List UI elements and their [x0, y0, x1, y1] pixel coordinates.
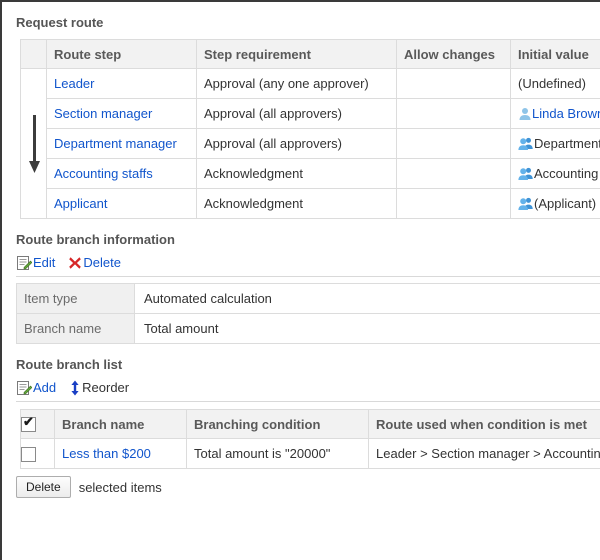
delete-branch-action[interactable]: Delete [68, 255, 121, 271]
red-x-icon [68, 256, 82, 270]
cell-allow-changes [396, 128, 511, 159]
cell-route-step: Applicant [46, 188, 197, 219]
table-header-row: Branch name Branching condition Route us… [20, 409, 600, 439]
cell-step-requirement: Approval (all approvers) [196, 128, 397, 159]
table-row: Accounting staffs Acknowledgment Account… [21, 158, 600, 189]
add-document-icon [16, 380, 33, 396]
cell-route-step: Department manager [46, 128, 197, 159]
column-header-branch-name: Branch name [54, 409, 187, 439]
branch-list-footer: Delete selected items [16, 476, 600, 498]
route-step-link[interactable]: Section manager [54, 106, 152, 121]
table-header-row: Route step Step requirement Allow change… [20, 39, 600, 69]
branch-list-title: Route branch list [16, 357, 123, 372]
cell-initial-value: Department managers [510, 128, 600, 159]
column-header-step-requirement: Step requirement [196, 39, 397, 69]
delete-selected-note: selected items [78, 479, 162, 495]
flow-column-header [20, 39, 47, 69]
user-icon [518, 107, 532, 121]
table-row: Applicant Acknowledgment (Applicant) [21, 188, 600, 219]
branch-list-actions: Add Reorder [16, 378, 600, 397]
reorder-branch-action[interactable]: Reorder [69, 380, 129, 396]
cell-initial-value: Linda Brown [510, 98, 600, 129]
field-label-item-type: Item type [16, 283, 135, 314]
branch-list-table: Branch name Branching condition Route us… [20, 409, 600, 469]
branch-information-table: Item type Automated calculation Branch n… [16, 283, 600, 344]
cell-allow-changes [396, 68, 511, 99]
column-header-branching-condition: Branching condition [186, 409, 369, 439]
group-icon [518, 167, 534, 181]
cell-step-requirement: Approval (all approvers) [196, 98, 397, 129]
branch-name-link[interactable]: Less than $200 [62, 446, 151, 461]
edit-label: Edit [33, 254, 56, 270]
column-header-route-step: Route step [46, 39, 197, 69]
cell-step-requirement: Acknowledgment [196, 158, 397, 189]
route-step-link[interactable]: Applicant [54, 196, 107, 211]
table-row: Section manager Approval (all approvers)… [21, 98, 600, 129]
select-all-checkbox[interactable] [21, 414, 36, 433]
cell-initial-value: (Undefined) [510, 68, 600, 99]
route-step-link[interactable]: Accounting staffs [54, 166, 153, 181]
delete-label: Delete [83, 254, 121, 270]
group-icon [518, 137, 534, 151]
cell-route-step: Section manager [46, 98, 197, 129]
flow-direction-cell [20, 68, 47, 219]
add-label: Add [33, 379, 57, 395]
request-route-title: Request route [16, 15, 104, 30]
screenshot-viewport: Request route Route step Step requiremen… [0, 0, 600, 560]
route-step-link[interactable]: Department manager [54, 136, 177, 151]
branch-information-actions: Edit Delete [16, 253, 600, 272]
table-row: Branch name Total amount [16, 313, 600, 344]
cell-initial-value: (Applicant) [510, 188, 600, 219]
row-select-cell[interactable] [20, 438, 55, 469]
initial-value-text: (Applicant) [534, 195, 597, 211]
branch-information-title: Route branch information [16, 232, 175, 247]
column-header-route-used: Route used when condition is met [368, 409, 600, 439]
table-row: Less than $200 Total amount is "20000" L… [20, 438, 600, 469]
add-branch-action[interactable]: Add [16, 380, 56, 396]
initial-value-text: Accounting staffs [534, 165, 600, 181]
request-route-table: Route step Step requirement Allow change… [20, 39, 600, 219]
table-row: Leader Approval (any one approver) (Unde… [20, 68, 600, 219]
field-label-branch-name: Branch name [16, 313, 135, 344]
up-down-arrow-icon [69, 380, 81, 396]
table-row: Department manager Approval (all approve… [21, 128, 600, 159]
column-header-allow-changes: Allow changes [396, 39, 511, 69]
cell-route-step: Leader [46, 68, 197, 99]
cell-allow-changes [396, 158, 511, 189]
column-header-initial-value: Initial value [510, 39, 600, 69]
cell-step-requirement: Acknowledgment [196, 188, 397, 219]
cell-step-requirement: Approval (any one approver) [196, 68, 397, 99]
cell-route-step: Accounting staffs [46, 158, 197, 189]
field-value-branch-name: Total amount [134, 313, 600, 344]
row-checkbox[interactable] [21, 446, 36, 462]
initial-value-text: Department managers [534, 135, 600, 151]
edit-branch-action[interactable]: Edit [16, 255, 55, 271]
reorder-label: Reorder [82, 379, 130, 395]
down-arrow-icon [28, 113, 41, 175]
field-value-item-type: Automated calculation [134, 283, 600, 314]
cell-route-used: Leader > Section manager > Accounting st… [368, 438, 600, 469]
group-icon [518, 197, 534, 211]
cell-initial-value: Accounting staffs [510, 158, 600, 189]
route-step-link[interactable]: Leader [54, 76, 94, 91]
initial-value-link[interactable]: Linda Brown [532, 106, 600, 121]
delete-selected-button[interactable]: Delete [16, 476, 71, 498]
cell-branch-name: Less than $200 [54, 438, 187, 469]
cell-allow-changes [396, 98, 511, 129]
page-content: Request route Route step Step requiremen… [2, 2, 600, 498]
cell-branching-condition: Total amount is "20000" [186, 438, 369, 469]
edit-document-icon [16, 255, 33, 271]
table-row: Item type Automated calculation [16, 283, 600, 314]
cell-allow-changes [396, 188, 511, 219]
select-all-header[interactable] [20, 409, 55, 439]
